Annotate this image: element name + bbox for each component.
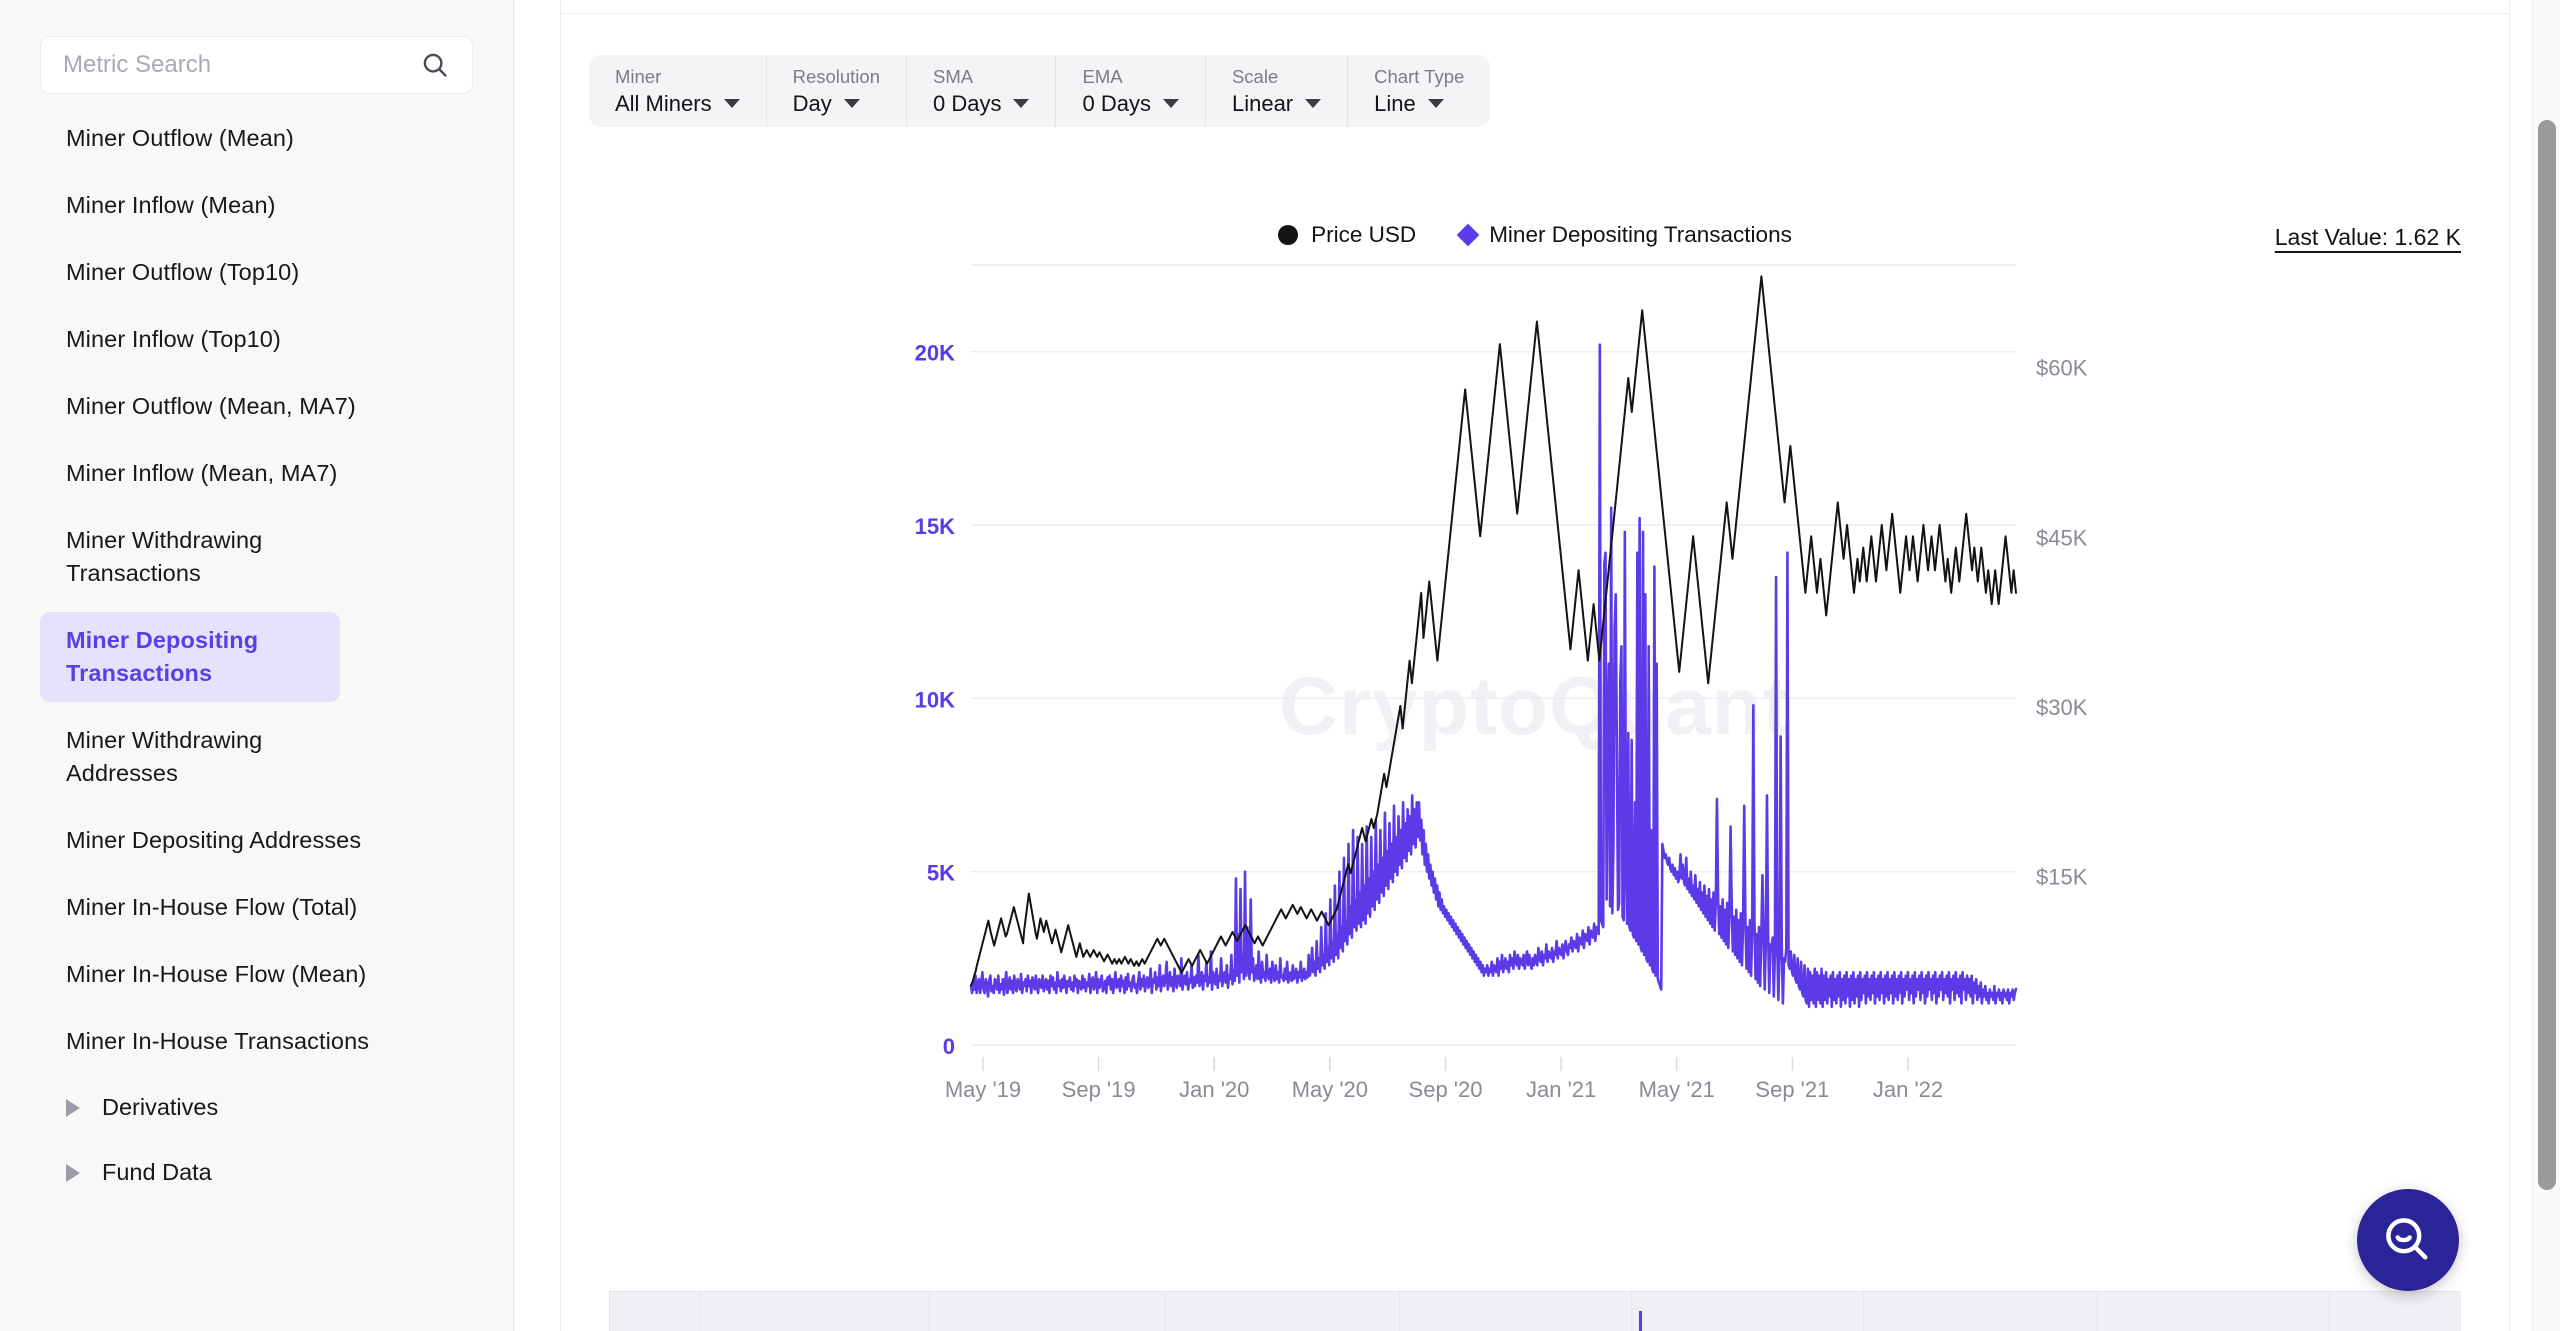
chevron-down-icon[interactable] — [1013, 99, 1030, 108]
svg-text:May '19: May '19 — [945, 1077, 1021, 1102]
control-label: Resolution — [792, 65, 880, 87]
control-value-text: 0 Days — [933, 90, 1002, 116]
control-sma[interactable]: SMA 0 Days — [907, 55, 1057, 127]
range-selector[interactable] — [609, 1291, 2461, 1331]
svg-text:$15K: $15K — [2036, 864, 2088, 889]
metric-item-miner-depositing-transactions[interactable]: Miner Depositing Transactions — [40, 612, 340, 702]
chevron-down-icon[interactable] — [843, 99, 860, 108]
metric-search-box[interactable] — [40, 36, 473, 94]
metric-item-miner-depositing-addresses[interactable]: Miner Depositing Addresses — [40, 812, 473, 869]
control-value: Day — [793, 91, 880, 117]
metric-list: Miner Outflow (Mean) Miner Inflow (Mean)… — [0, 94, 513, 1200]
chevron-down-icon[interactable] — [723, 99, 740, 108]
svg-text:5K: 5K — [927, 861, 955, 886]
control-value-text: Line — [1374, 90, 1416, 116]
metric-item-miner-in-house-flow-mean[interactable]: Miner In-House Flow (Mean) — [40, 946, 473, 1003]
sidebar-group-label: Fund Data — [102, 1159, 212, 1185]
svg-text:Sep '20: Sep '20 — [1409, 1077, 1483, 1102]
last-value-label[interactable]: Last Value: 1.62 K — [2275, 224, 2461, 251]
support-search-button[interactable] — [2357, 1189, 2459, 1291]
control-value-text: Day — [792, 90, 832, 116]
control-miner[interactable]: Miner All Miners — [589, 55, 767, 127]
search-input[interactable] — [63, 51, 412, 79]
control-value: 0 Days — [1082, 90, 1179, 117]
metric-item-miner-inflow-top10[interactable]: Miner Inflow (Top10) — [40, 311, 473, 368]
circle-marker-icon — [1278, 225, 1299, 245]
control-resolution[interactable]: Resolution Day — [767, 55, 907, 127]
metric-item-miner-outflow-mean[interactable]: Miner Outflow (Mean) — [40, 110, 473, 167]
chevron-down-icon[interactable] — [1427, 99, 1444, 108]
svg-text:Jan '21: Jan '21 — [1526, 1077, 1596, 1102]
control-value: Line — [1374, 91, 1464, 117]
chevron-down-icon[interactable] — [1305, 99, 1322, 108]
control-label: EMA — [1082, 65, 1123, 87]
sidebar-group-derivatives[interactable]: Derivatives — [40, 1080, 473, 1135]
svg-text:15K: 15K — [915, 514, 955, 539]
legend-label: Miner Depositing Transactions — [1489, 222, 1792, 247]
metric-item-miner-in-house-transactions[interactable]: Miner In-House Transactions — [40, 1013, 473, 1070]
metric-item-miner-outflow-mean-ma7[interactable]: Miner Outflow (Mean, MA7) — [40, 378, 473, 435]
control-value: 0 Days — [933, 90, 1030, 117]
search-wrapper — [0, 0, 513, 94]
sidebar-group-label: Derivatives — [102, 1094, 219, 1120]
chart-panel: Miner All Miners Resolution Day SMA 0 Da… — [560, 0, 2510, 1331]
metric-item-miner-in-house-flow-total[interactable]: Miner In-House Flow (Total) — [40, 879, 473, 936]
control-value: Linear — [1231, 90, 1322, 117]
control-value: All Miners — [615, 91, 740, 117]
control-value-text: All Miners — [615, 90, 712, 116]
control-ema[interactable]: EMA 0 Days — [1056, 55, 1206, 127]
svg-text:$30K: $30K — [2036, 695, 2088, 720]
chart-toolbar: Miner All Miners Resolution Day SMA 0 Da… — [589, 55, 1491, 127]
control-label: SMA — [933, 65, 974, 87]
page-scrollbar-thumb[interactable] — [2538, 120, 2556, 1190]
svg-text:Jan '22: Jan '22 — [1873, 1077, 1943, 1102]
svg-text:Sep '19: Sep '19 — [1062, 1077, 1136, 1102]
caret-right-icon — [66, 1163, 80, 1182]
diamond-marker-icon — [1456, 223, 1480, 247]
metric-item-miner-inflow-mean-ma7[interactable]: Miner Inflow (Mean, MA7) — [40, 445, 473, 502]
legend-item-price-usd[interactable]: Price USD — [1278, 222, 1416, 248]
metric-item-miner-withdrawing-addresses[interactable]: Miner Withdrawing Addresses — [40, 712, 330, 802]
panel-top-divider — [561, 13, 2509, 14]
chart-canvas[interactable]: 0 5K 10K 15K 20K $15K $30K $45K $60K May '19 Sep '… — [561, 255, 2511, 1255]
svg-text:$60K: $60K — [2036, 356, 2088, 381]
chart-legend: Price USD Miner Depositing Transactions — [561, 222, 2509, 248]
control-value-text: 0 Days — [1082, 90, 1151, 116]
control-label: Chart Type — [1374, 65, 1465, 87]
chart-svg: 0 5K 10K 15K 20K $15K $30K $45K $60K May '19 Sep '… — [915, 264, 2088, 1102]
svg-text:Sep '21: Sep '21 — [1755, 1077, 1829, 1102]
metric-sidebar[interactable]: Miner Outflow (Mean) Miner Inflow (Mean)… — [0, 0, 514, 1331]
svg-text:$45K: $45K — [2036, 525, 2088, 550]
control-chart-type[interactable]: Chart Type Line — [1348, 55, 1490, 127]
control-value-text: Linear — [1231, 90, 1294, 116]
legend-item-miner-depositing-transactions[interactable]: Miner Depositing Transactions — [1456, 222, 1792, 248]
svg-text:May '21: May '21 — [1639, 1077, 1715, 1102]
legend-label: Price USD — [1311, 222, 1417, 247]
chevron-down-icon[interactable] — [1162, 99, 1179, 108]
metric-item-miner-inflow-mean[interactable]: Miner Inflow (Mean) — [40, 177, 473, 234]
svg-text:20K: 20K — [915, 341, 955, 366]
control-scale[interactable]: Scale Linear — [1206, 55, 1349, 127]
sidebar-group-fund-data[interactable]: Fund Data — [40, 1145, 473, 1200]
metric-item-miner-outflow-top10[interactable]: Miner Outflow (Top10) — [40, 244, 473, 301]
metric-item-miner-withdrawing-transactions[interactable]: Miner Withdrawing Transactions — [40, 512, 340, 602]
svg-text:Jan '20: Jan '20 — [1179, 1077, 1249, 1102]
control-label: Scale — [1231, 65, 1279, 87]
svg-text:0: 0 — [943, 1034, 955, 1059]
search-smile-icon — [2386, 1218, 2428, 1260]
caret-right-icon — [66, 1098, 80, 1117]
svg-text:10K: 10K — [915, 687, 955, 712]
svg-text:May '20: May '20 — [1292, 1077, 1368, 1102]
page-scrollbar-track[interactable] — [2532, 0, 2560, 1331]
control-label: Miner — [615, 65, 662, 87]
search-icon[interactable] — [420, 50, 450, 80]
